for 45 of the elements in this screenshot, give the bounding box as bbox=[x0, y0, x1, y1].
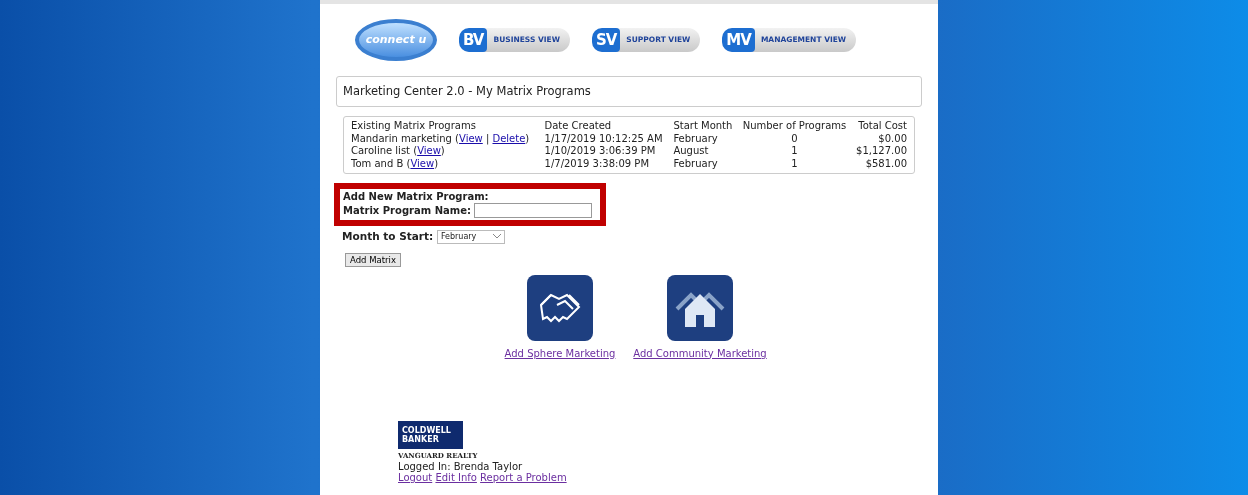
table-cell-text: $0.00 bbox=[877, 132, 908, 146]
link[interactable]: View bbox=[459, 132, 483, 144]
month-dropdown[interactable]: February bbox=[436, 229, 505, 244]
program-text: Tom and B ( bbox=[351, 157, 411, 169]
add-button[interactable]: Add Matrix bbox=[345, 252, 401, 267]
field-label: Month to Start: bbox=[342, 229, 435, 242]
field-label: Matrix Program Name: bbox=[343, 204, 472, 216]
link[interactable]: Logout bbox=[398, 472, 433, 484]
program-text: ) bbox=[525, 132, 530, 144]
program-text: | bbox=[484, 132, 491, 144]
link[interactable]: View bbox=[417, 145, 441, 157]
column-header: Total Cost bbox=[857, 120, 908, 133]
program-text: Caroline list ( bbox=[351, 145, 418, 157]
table-cell-text: 0 bbox=[790, 132, 799, 146]
table-cell-text: 1 bbox=[790, 145, 799, 158]
login-status: Logged In: Brenda Taylor bbox=[398, 461, 524, 473]
column-header: Existing Matrix Programs bbox=[350, 120, 477, 133]
link[interactable]: Delete bbox=[492, 132, 526, 144]
link[interactable]: View bbox=[410, 157, 435, 169]
table-cell-text: $1,127.00 bbox=[855, 145, 908, 158]
table-cell-text: August bbox=[672, 145, 710, 158]
table-cell-text: 1/10/2019 3:06:39 PM bbox=[543, 145, 657, 158]
panel-title: Marketing Center 2.0 - My Matrix Programs bbox=[336, 76, 922, 108]
program-text: Mandarin marketing ( bbox=[351, 132, 459, 144]
link[interactable]: Report a Problem bbox=[480, 472, 567, 484]
houses-icon[interactable] bbox=[667, 274, 733, 341]
link[interactable]: Add Community Marketing bbox=[633, 345, 767, 361]
program-text: ) bbox=[440, 145, 445, 157]
table-cell-text: 1/17/2019 10:12:25 AM bbox=[543, 132, 664, 146]
chevron-icon bbox=[492, 234, 501, 240]
column-header: Start Month bbox=[672, 120, 734, 133]
link[interactable]: Edit Info bbox=[435, 472, 477, 484]
program-text: ) bbox=[434, 157, 439, 169]
input-field[interactable] bbox=[474, 202, 593, 218]
table-cell-text: 1 bbox=[790, 157, 799, 171]
handshake-icon[interactable] bbox=[527, 274, 593, 341]
brand-logo: COLDWELL BANKER bbox=[398, 420, 463, 449]
table-cell-text: February bbox=[672, 132, 719, 146]
link[interactable]: Add Sphere Marketing bbox=[504, 345, 616, 361]
table-cell-text: $581.00 bbox=[864, 157, 908, 171]
form-heading: Add New Matrix Program: bbox=[343, 191, 490, 203]
table-cell-text: February bbox=[672, 157, 719, 171]
column-header: Number of Programs bbox=[741, 120, 848, 133]
table-cell-text: 1/7/2019 3:38:09 PM bbox=[543, 157, 650, 171]
column-header: Date Created bbox=[543, 120, 613, 133]
